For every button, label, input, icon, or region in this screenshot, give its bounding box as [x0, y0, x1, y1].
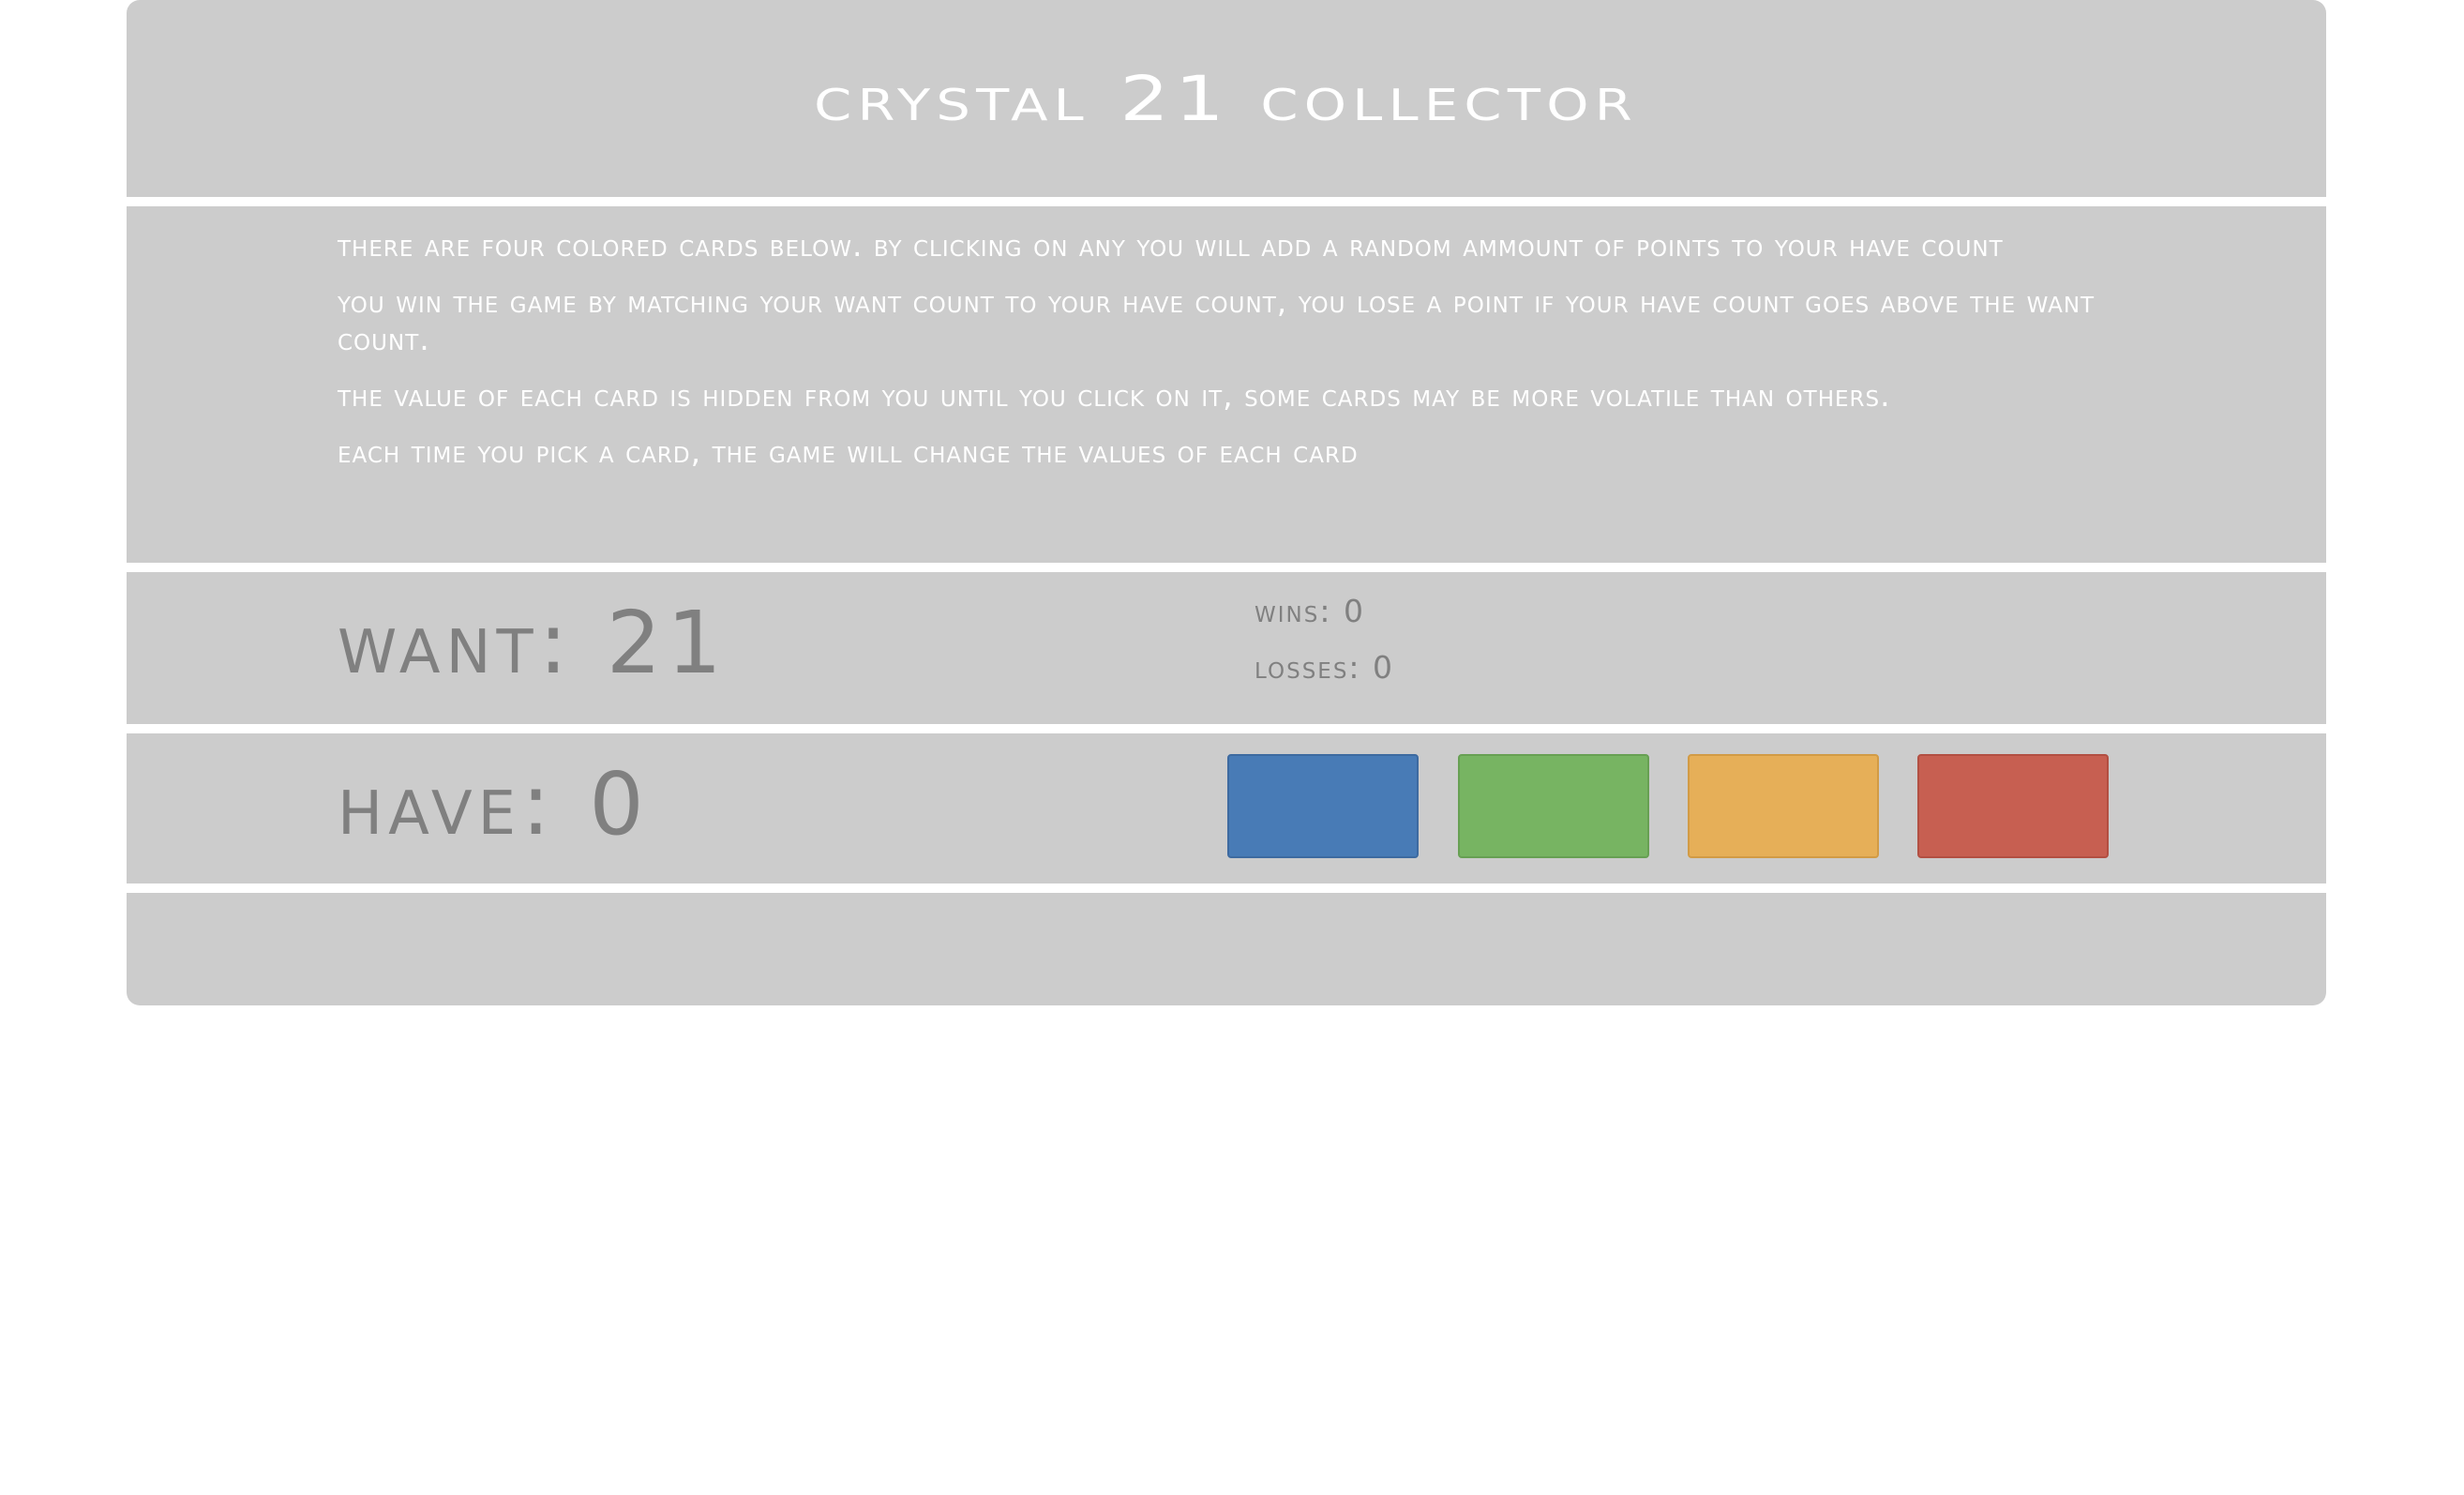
game-container: Crystal 21 Collector There are four colo…	[127, 0, 2326, 1005]
footer-panel	[127, 893, 2326, 1005]
have-panel: Have: 0	[127, 733, 2326, 883]
red-card[interactable]	[1917, 754, 2109, 858]
instructions-panel: There are four colored cards below. By c…	[127, 206, 2326, 563]
green-card[interactable]	[1458, 754, 1649, 858]
wins-count: Wins: 0	[1255, 593, 1365, 629]
blue-card[interactable]	[1227, 754, 1419, 858]
title-panel: Crystal 21 Collector	[127, 0, 2326, 197]
instruction-paragraph: You win the game by matching your want c…	[338, 283, 2096, 357]
orange-card[interactable]	[1688, 754, 1879, 858]
want-panel: Want: 21 Wins: 0 Losses: 0	[127, 572, 2326, 724]
instruction-paragraph: There are four colored cards below. By c…	[338, 227, 2004, 264]
game-title: Crystal 21 Collector	[814, 62, 1639, 135]
have-count: Have: 0	[338, 754, 650, 854]
instruction-paragraph: The value of each card is hidden from yo…	[338, 377, 1891, 414]
want-count: Want: 21	[338, 593, 728, 693]
losses-count: Losses: 0	[1255, 649, 1395, 686]
instruction-paragraph: Each time you pick a card, the game will…	[338, 433, 1359, 470]
